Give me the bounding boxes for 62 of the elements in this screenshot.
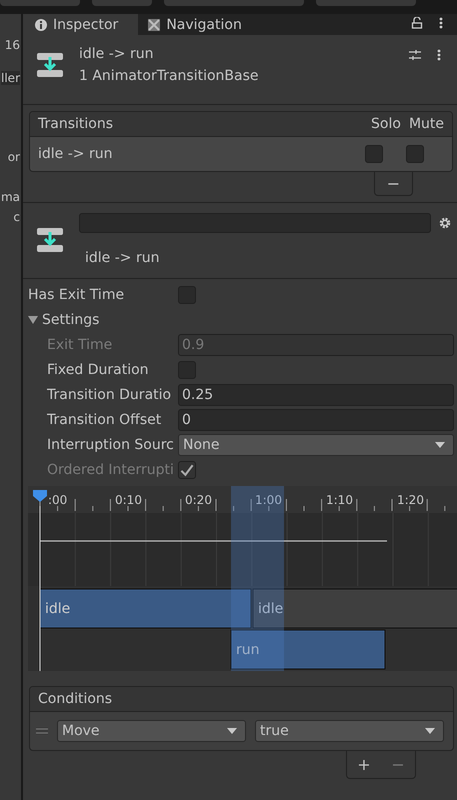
clip-bar[interactable] [230,630,386,670]
time-label: :00 [48,493,68,507]
parameter-dropdown[interactable]: Move [57,720,246,742]
column-header: Solo [371,116,401,132]
transition-range[interactable] [231,486,284,671]
tab[interactable]: Inspector [23,14,138,35]
clip-label: run [236,642,260,658]
transition-icon [37,227,63,253]
info-icon [35,18,47,30]
list-title: Conditions [38,691,112,707]
clip-bar[interactable] [40,588,252,628]
settings-foldout[interactable]: Settings [28,307,454,332]
cut-text: ller [1,71,20,85]
settings-icon[interactable] [439,217,451,229]
transition-icon [37,52,63,78]
caret-icon [28,314,38,324]
caret-icon [425,728,435,734]
tab[interactable]: Navigation [138,14,252,35]
object-title: idle -> run [79,45,154,64]
field-label: Ordered Interrupti [47,462,175,478]
lock-icon[interactable] [411,16,423,28]
column-header: Mute [408,116,444,132]
solo-checkbox[interactable] [365,145,383,163]
add-button[interactable]: + [346,751,381,779]
value-dropdown[interactable]: true [255,720,444,742]
cut-text: 16 [4,38,20,52]
clip-bar[interactable] [252,588,457,628]
number-field[interactable]: 0 [178,408,454,430]
field-label: Transition Offset [47,412,162,428]
transition-row[interactable]: idle -> run [30,137,452,171]
playhead-icon[interactable] [33,490,47,502]
field-label: Exit Time [47,336,114,352]
clip-label: idle [45,601,70,617]
transition-timeline[interactable]: :00 0:10 0:20 1:00 1:10 1:20 idle idle run [28,486,457,671]
number-field[interactable]: 0.25 [178,384,454,406]
mute-checkbox[interactable] [406,145,424,163]
list-title: Transitions [38,116,114,132]
drag-handle-icon[interactable] [36,728,48,734]
field-label: Has Exit Time [28,286,126,302]
time-label: 0:10 [115,493,142,507]
sliders-icon[interactable] [409,49,421,61]
time-label: 1:10 [326,493,353,507]
time-label: 0:20 [185,493,212,507]
field-label: Interruption Sourc [47,436,175,452]
time-label: 1:20 [397,493,424,507]
cut-text: c [13,210,20,224]
clip-label: idle [258,601,284,617]
cut-text: or [8,150,20,164]
transition-title: idle -> run [85,250,160,266]
dropdown[interactable]: None [178,434,454,456]
checkbox[interactable] [178,286,196,304]
name-field[interactable] [79,213,431,233]
checkbox[interactable] [178,360,196,378]
caret-icon [435,442,445,448]
field-label: Transition Duratio [47,386,172,402]
remove-button[interactable]: − [374,172,413,196]
object-type: 1 AnimatorTransitionBase [79,67,260,86]
transition-name: idle -> run [38,146,114,162]
cut-text: ma [0,190,20,204]
field-label: Fixed Duration [47,362,150,378]
caret-icon [227,728,237,734]
time-label: 1:00 [255,493,282,507]
